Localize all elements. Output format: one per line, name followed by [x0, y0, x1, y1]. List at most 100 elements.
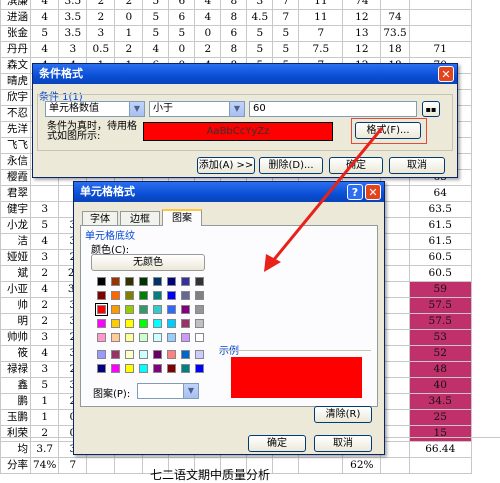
data-cell[interactable]: 0 [114, 9, 144, 26]
color-swatch[interactable] [125, 305, 134, 314]
data-cell[interactable]: 4.5 [246, 9, 274, 26]
data-cell[interactable]: 2 [114, 41, 144, 58]
color-swatch[interactable] [195, 319, 204, 328]
color-swatch[interactable] [125, 319, 134, 328]
color-swatch[interactable] [125, 350, 134, 359]
name-cell[interactable]: 玉鹏 [0, 409, 31, 426]
data-cell[interactable] [380, 313, 410, 330]
color-swatch[interactable] [181, 291, 190, 300]
color-swatch[interactable] [167, 333, 176, 342]
data-cell[interactable]: 1 [29, 393, 60, 410]
color-swatch[interactable] [153, 277, 162, 286]
no-color-button[interactable]: 无颜色 [91, 254, 205, 271]
data-cell[interactable] [380, 345, 410, 362]
data-cell[interactable]: 0 [194, 25, 222, 42]
name-cell[interactable]: 欣宇 [0, 89, 31, 106]
data-cell[interactable]: 12 [342, 41, 382, 58]
data-cell[interactable]: 5 [272, 41, 300, 58]
data-cell[interactable]: 6 [220, 25, 248, 42]
color-swatch[interactable] [181, 350, 190, 359]
data-cell[interactable]: 2 [114, 0, 144, 10]
data-cell[interactable]: 12 [342, 9, 382, 26]
name-cell[interactable]: 洁 [0, 233, 31, 250]
name-cell[interactable]: 永信 [0, 153, 31, 170]
name-cell[interactable]: 明 [0, 313, 31, 330]
color-swatch[interactable] [97, 319, 106, 328]
name-cell[interactable]: 帅 [0, 297, 31, 314]
data-cell[interactable] [29, 185, 60, 202]
data-cell[interactable]: 4 [194, 9, 222, 26]
color-swatch[interactable] [111, 333, 120, 342]
data-cell[interactable]: 6 [168, 9, 196, 26]
data-cell[interactable]: 5 [246, 41, 274, 58]
data-cell[interactable]: 63.5 [408, 201, 472, 218]
color-swatch[interactable] [195, 291, 204, 300]
data-cell[interactable]: 3 [58, 41, 88, 58]
name-cell[interactable]: 晴虎 [0, 73, 31, 90]
data-cell[interactable]: 3 [29, 201, 60, 218]
data-cell[interactable]: 18 [380, 41, 410, 58]
data-cell[interactable]: 73.5 [380, 25, 410, 42]
color-swatch[interactable] [111, 350, 120, 359]
data-cell[interactable]: 34.5 [408, 393, 472, 410]
data-cell[interactable]: 3 [29, 329, 60, 346]
data-cell[interactable]: 1 [114, 25, 144, 42]
name-cell[interactable]: 樱霞 [0, 169, 31, 186]
data-cell[interactable]: 3 [246, 0, 274, 10]
data-cell[interactable] [380, 0, 410, 10]
data-cell[interactable] [380, 201, 410, 218]
color-swatch[interactable] [139, 319, 148, 328]
name-cell[interactable]: 张金 [0, 25, 31, 42]
ok-button[interactable]: 确定 [329, 157, 383, 174]
color-swatch[interactable] [111, 305, 120, 314]
data-cell[interactable]: 74 [380, 9, 410, 26]
color-swatch[interactable] [153, 364, 162, 373]
color-swatch[interactable] [139, 364, 148, 373]
color-swatch[interactable] [181, 277, 190, 286]
data-cell[interactable]: 6 [168, 0, 196, 10]
color-swatch[interactable] [153, 291, 162, 300]
data-cell[interactable]: 4 [29, 9, 60, 26]
name-cell[interactable]: 健宇 [0, 201, 31, 218]
data-cell[interactable]: 57.5 [408, 297, 472, 314]
color-swatch[interactable] [195, 305, 204, 314]
color-swatch[interactable] [125, 364, 134, 373]
clear-button[interactable]: 清除(R) [314, 406, 372, 423]
data-cell[interactable] [380, 297, 410, 314]
data-cell[interactable]: 4 [29, 0, 60, 10]
color-swatch[interactable] [97, 333, 106, 342]
color-swatch[interactable] [181, 319, 190, 328]
data-cell[interactable]: 0 [168, 41, 196, 58]
data-cell[interactable]: 11 [298, 0, 344, 10]
tab-border[interactable]: 边框 [120, 211, 160, 226]
color-swatch[interactable] [153, 333, 162, 342]
data-cell[interactable]: 60.5 [408, 265, 472, 282]
color-swatch[interactable] [95, 303, 108, 316]
condition-value-input[interactable]: 60 [249, 101, 417, 117]
data-cell[interactable] [380, 329, 410, 346]
color-swatch[interactable] [167, 364, 176, 373]
data-cell[interactable]: 5 [29, 25, 60, 42]
color-swatch[interactable] [111, 291, 120, 300]
tab-font[interactable]: 字体 [82, 211, 118, 226]
data-cell[interactable]: 3 [29, 249, 60, 266]
condition-type-select[interactable]: 单元格数值 ▼ [45, 101, 145, 117]
data-cell[interactable]: 5 [272, 25, 300, 42]
color-swatch[interactable] [181, 305, 190, 314]
data-cell[interactable] [380, 393, 410, 410]
color-swatch[interactable] [111, 277, 120, 286]
name-cell[interactable]: 筱 [0, 345, 31, 362]
color-swatch[interactable] [181, 364, 190, 373]
close-icon[interactable]: ✕ [365, 184, 381, 200]
data-cell[interactable]: 2 [29, 265, 60, 282]
data-cell[interactable] [380, 185, 410, 202]
color-swatch[interactable] [125, 333, 134, 342]
data-cell[interactable]: 2 [29, 297, 60, 314]
color-swatch[interactable] [167, 319, 176, 328]
data-cell[interactable]: 2 [86, 0, 116, 10]
data-cell[interactable] [380, 377, 410, 394]
color-swatch[interactable] [167, 305, 176, 314]
data-cell[interactable]: 61.5 [408, 233, 472, 250]
name-cell[interactable]: 不忍 [0, 105, 31, 122]
data-cell[interactable]: 11 [298, 9, 344, 26]
